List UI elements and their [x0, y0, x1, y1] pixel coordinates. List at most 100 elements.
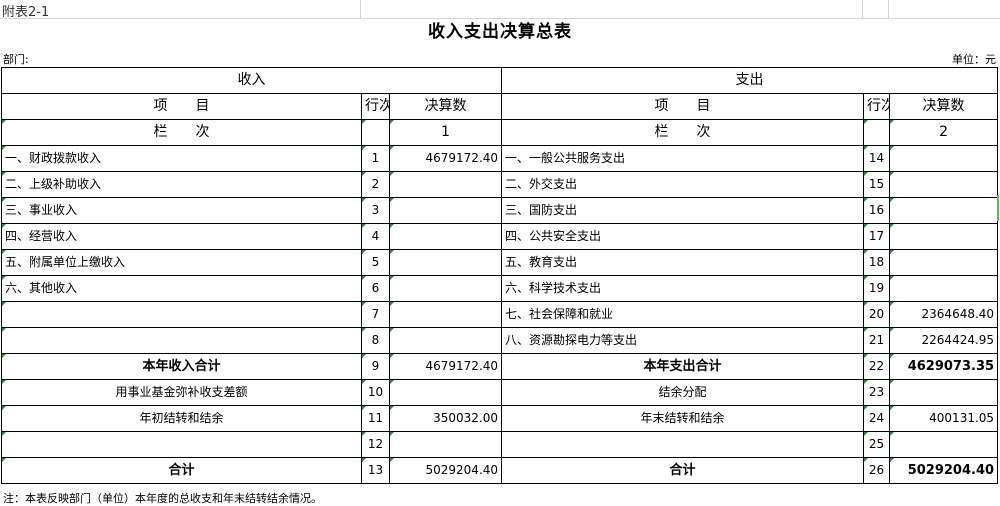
income-amount: [388, 171, 503, 198]
income-item: 合计: [1, 457, 362, 484]
income-amount: 4679172.40: [388, 145, 503, 172]
income-amount: [388, 327, 503, 354]
expense-amount: [889, 223, 999, 250]
income-amount: [388, 249, 503, 276]
income-row-number: 13: [361, 457, 390, 484]
income-amount: [388, 379, 503, 406]
income-row-number: 6: [361, 275, 390, 302]
expense-row-number: 22: [863, 353, 891, 380]
unit-label: 单位：元: [952, 53, 996, 66]
expense-amount: 2364648.40: [889, 301, 999, 328]
table-row: 7 七、社会保障和就业 20 2364648.40: [1, 301, 999, 328]
expense-row-number: 25: [863, 431, 891, 458]
expense-section-header: 支出: [501, 67, 999, 94]
table-row: 一、财政拨款收入 1 4679172.40 一、一般公共服务支出 14: [1, 145, 999, 172]
expense-rowno-header: 行次: [863, 93, 891, 120]
income-section-header: 收入: [0, 67, 503, 94]
expense-item: [501, 431, 865, 458]
table-body: 一、财政拨款收入 1 4679172.40 一、一般公共服务支出 14 二、上级补助收入 2…: [1, 145, 999, 484]
income-row-number: 3: [361, 197, 390, 224]
table-row: 六、其他收入 6 六、科学技术支出 19: [1, 275, 999, 302]
income-row-number: 7: [361, 301, 390, 328]
expense-row-number: 24: [863, 405, 891, 432]
income-column-number: 1: [388, 119, 503, 146]
expense-amount: 400131.05: [889, 405, 999, 432]
expense-column-blank: [863, 119, 891, 146]
income-item: 本年收入合计: [1, 353, 362, 380]
income-amount: 350032.00: [388, 405, 503, 432]
expense-row-number: 21: [863, 327, 891, 354]
income-row-number: 8: [361, 327, 390, 354]
expense-item: 八、资源勘探电力等支出: [501, 327, 865, 354]
expense-row-number: 20: [863, 301, 891, 328]
expense-row-number: 16: [863, 197, 891, 224]
expense-amount: [889, 431, 999, 458]
expense-item: 本年支出合计: [501, 353, 865, 380]
expense-row-number: 19: [863, 275, 891, 302]
income-amount-header: 决算数: [388, 93, 503, 120]
expense-item-header: 项 目: [501, 93, 865, 120]
grid-line: [360, 0, 361, 18]
page-title: 收入支出决算总表: [428, 22, 572, 42]
income-row-number: 12: [361, 431, 390, 458]
grid-line: [888, 0, 889, 18]
income-column-label: 栏 次: [1, 119, 362, 146]
income-item: 六、其他收入: [1, 275, 362, 302]
income-amount: [388, 197, 503, 224]
expense-item: 二、外交支出: [501, 171, 865, 198]
income-amount: [388, 301, 503, 328]
expense-item: 五、教育支出: [501, 249, 865, 276]
department-label: 部门:: [3, 53, 29, 66]
grid-line: [862, 0, 863, 18]
income-amount: 4679172.40: [388, 353, 503, 380]
income-amount: [388, 223, 503, 250]
table-row: 8 八、资源勘探电力等支出 21 2264424.95: [1, 327, 999, 354]
income-item: 用事业基金弥补收支差额: [1, 379, 362, 406]
income-item: [1, 327, 362, 354]
expense-column-number: 2: [889, 119, 999, 146]
expense-item: 七、社会保障和就业: [501, 301, 865, 328]
table-row: 12 25: [1, 431, 999, 458]
table-row: 五、附属单位上缴收入 5 五、教育支出 18: [1, 249, 999, 276]
income-item: 一、财政拨款收入: [1, 145, 362, 172]
expense-amount: [889, 197, 999, 224]
expense-item: 结余分配: [501, 379, 865, 406]
summary-table: 收入 支出 项 目 行次 决算数 项 目 行次 决算数 栏 次 1 栏 次 2 …: [0, 67, 999, 484]
expense-row-number: 26: [863, 457, 891, 484]
expense-row-number: 18: [863, 249, 891, 276]
table-row: 用事业基金弥补收支差额 10 结余分配 23: [1, 379, 999, 406]
income-row-number: 2: [361, 171, 390, 198]
expense-amount: 2264424.95: [889, 327, 999, 354]
income-amount: [388, 275, 503, 302]
expense-row-number: 15: [863, 171, 891, 198]
table-row: 二、上级补助收入 2 二、外交支出 15: [1, 171, 999, 198]
income-amount: 5029204.40: [388, 457, 503, 484]
expense-item: 合计: [501, 457, 865, 484]
income-row-number: 9: [361, 353, 390, 380]
expense-row-number: 23: [863, 379, 891, 406]
income-item: [1, 431, 362, 458]
income-column-blank: [361, 119, 390, 146]
income-amount: [388, 431, 503, 458]
expense-amount: [889, 275, 999, 302]
expense-row-number: 14: [863, 145, 891, 172]
table-row: 三、事业收入 3 三、国防支出 16: [1, 197, 999, 224]
income-row-number: 5: [361, 249, 390, 276]
income-row-number: 4: [361, 223, 390, 250]
expense-item: 四、公共安全支出: [501, 223, 865, 250]
expense-amount: [889, 145, 999, 172]
table-row: 本年收入合计 9 4679172.40 本年支出合计 22 4629073.35: [1, 353, 999, 380]
footnote: 注：本表反映部门（单位）本年度的总收支和年末结转结余情况。: [3, 492, 322, 505]
income-row-number: 11: [361, 405, 390, 432]
income-rowno-header: 行次: [361, 93, 390, 120]
income-item-header: 项 目: [1, 93, 362, 120]
expense-amount: [889, 171, 999, 198]
income-item: 年初结转和结余: [1, 405, 362, 432]
income-item: 五、附属单位上缴收入: [1, 249, 362, 276]
expense-amount: [889, 379, 999, 406]
expense-amount: [889, 249, 999, 276]
expense-item: 年末结转和结余: [501, 405, 865, 432]
income-item: 二、上级补助收入: [1, 171, 362, 198]
selection-marker: [997, 195, 999, 221]
expense-row-number: 17: [863, 223, 891, 250]
